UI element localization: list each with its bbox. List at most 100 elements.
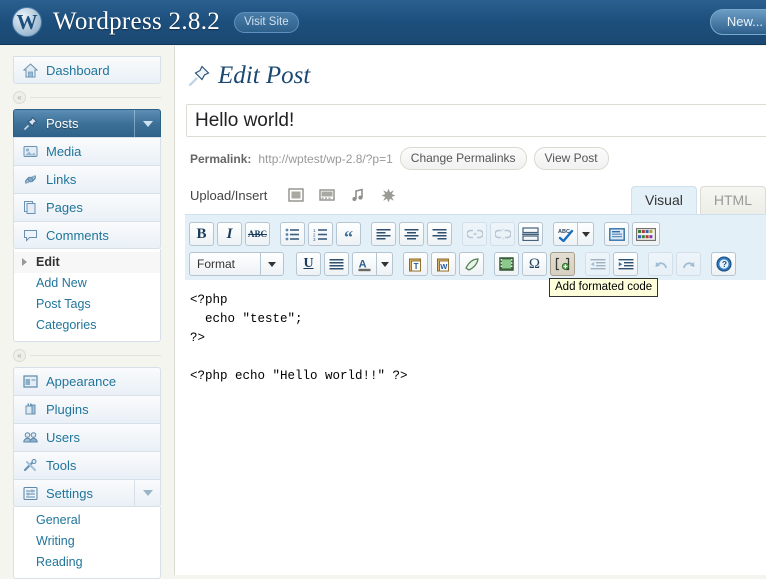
wordpress-logo-icon[interactable]: W bbox=[12, 7, 42, 37]
blockquote-icon[interactable]: “ bbox=[336, 222, 361, 246]
sidebar-group-dashboard: Dashboard bbox=[13, 56, 161, 84]
add-formated-code-icon[interactable] bbox=[550, 252, 575, 276]
ordered-list-icon[interactable]: 1 2 3 bbox=[308, 222, 333, 246]
format-select-label: Format bbox=[190, 257, 260, 271]
sidebar-item-comments[interactable]: Comments bbox=[13, 221, 161, 249]
permalink-label: Permalink: bbox=[190, 152, 251, 166]
sidebar-item-links[interactable]: Links bbox=[13, 165, 161, 193]
svg-text:3: 3 bbox=[313, 237, 316, 241]
svg-text:T: T bbox=[414, 262, 419, 271]
settings-icon bbox=[21, 484, 39, 502]
unordered-list-icon[interactable] bbox=[280, 222, 305, 246]
sidebar-item-users[interactable]: Users bbox=[13, 423, 161, 451]
appearance-icon bbox=[21, 373, 39, 391]
page-heading: Edit Post bbox=[186, 60, 766, 92]
sidebar-submenu-settings: General Writing Reading bbox=[13, 507, 161, 579]
comment-icon bbox=[21, 226, 39, 244]
sidebar-item-posts[interactable]: Posts bbox=[13, 109, 161, 137]
sidebar-item-label: Links bbox=[46, 173, 76, 186]
tab-visual[interactable]: Visual bbox=[631, 186, 697, 214]
insert-media-icon[interactable] bbox=[494, 252, 519, 276]
sidebar-group-content: Posts Media Links bbox=[13, 109, 161, 249]
sidebar-item-appearance[interactable]: Appearance bbox=[13, 367, 161, 395]
sidebar-item-label: Dashboard bbox=[46, 64, 110, 77]
redo-icon[interactable] bbox=[676, 252, 701, 276]
add-audio-icon[interactable] bbox=[347, 186, 368, 204]
indent-icon[interactable] bbox=[613, 252, 638, 276]
format-select[interactable]: Format bbox=[189, 252, 284, 276]
insert-more-tag-icon[interactable] bbox=[518, 222, 543, 246]
outdent-icon[interactable] bbox=[585, 252, 610, 276]
italic-icon[interactable]: I bbox=[217, 222, 242, 246]
special-character-icon[interactable]: Ω bbox=[522, 252, 547, 276]
strikethrough-icon[interactable]: ABC bbox=[245, 222, 270, 246]
text-color-dropdown-icon[interactable] bbox=[377, 252, 393, 276]
sidebar-group-admin: Appearance Plugins bbox=[13, 367, 161, 507]
sidebar-item-label: Comments bbox=[46, 229, 109, 242]
unlink-icon[interactable] bbox=[490, 222, 515, 246]
sidebar-item-media[interactable]: Media bbox=[13, 137, 161, 165]
add-video-icon[interactable] bbox=[316, 186, 337, 204]
tab-html[interactable]: HTML bbox=[700, 186, 766, 214]
sidebar-subitem-writing[interactable]: Writing bbox=[14, 531, 160, 552]
insert-link-icon[interactable] bbox=[462, 222, 487, 246]
kitchen-sink-icon[interactable] bbox=[632, 222, 660, 246]
new-button[interactable]: New... bbox=[710, 9, 766, 35]
site-title: Wordpress 2.8.2 bbox=[53, 8, 220, 36]
users-icon bbox=[21, 429, 39, 447]
paste-as-text-icon[interactable]: T bbox=[403, 252, 428, 276]
view-post-button[interactable]: View Post bbox=[534, 147, 609, 170]
sidebar-item-dashboard[interactable]: Dashboard bbox=[13, 56, 161, 84]
align-right-icon[interactable] bbox=[427, 222, 452, 246]
admin-sidebar: Dashboard « Posts bbox=[0, 46, 173, 575]
spellcheck-dropdown-icon[interactable] bbox=[578, 222, 594, 246]
help-icon[interactable]: ? bbox=[711, 252, 736, 276]
sidebar-subitem-add-new[interactable]: Add New bbox=[14, 273, 160, 294]
pin-icon bbox=[21, 115, 39, 133]
post-title-input[interactable] bbox=[186, 104, 766, 137]
pin-icon bbox=[186, 63, 212, 89]
sidebar-item-label: Plugins bbox=[46, 403, 89, 416]
editor-tabs: Visual HTML bbox=[628, 186, 766, 214]
divider bbox=[30, 355, 161, 356]
plugins-icon bbox=[21, 401, 39, 419]
editor-toolbar: B I ABC 1 2 3 “ bbox=[185, 214, 766, 280]
sidebar-item-label: Users bbox=[46, 431, 80, 444]
align-justify-icon[interactable] bbox=[324, 252, 349, 276]
sidebar-subitem-reading[interactable]: Reading bbox=[14, 552, 160, 573]
sidebar-subitem-edit[interactable]: Edit bbox=[14, 252, 160, 273]
sidebar-item-tools[interactable]: Tools bbox=[13, 451, 161, 479]
change-permalinks-button[interactable]: Change Permalinks bbox=[400, 147, 527, 170]
sidebar-item-pages[interactable]: Pages bbox=[13, 193, 161, 221]
fullscreen-icon[interactable] bbox=[604, 222, 629, 246]
paste-from-word-icon[interactable]: W bbox=[431, 252, 456, 276]
chevron-down-icon[interactable] bbox=[134, 480, 160, 506]
sidebar-subitem-post-tags[interactable]: Post Tags bbox=[14, 294, 160, 315]
sidebar-item-label: Posts bbox=[46, 117, 79, 130]
undo-icon[interactable] bbox=[648, 252, 673, 276]
add-media-icon[interactable] bbox=[378, 186, 399, 204]
align-center-icon[interactable] bbox=[399, 222, 424, 246]
sidebar-subitem-categories[interactable]: Categories bbox=[14, 315, 160, 336]
sidebar-item-settings[interactable]: Settings bbox=[13, 479, 161, 507]
align-left-icon[interactable] bbox=[371, 222, 396, 246]
underline-icon[interactable]: U bbox=[296, 252, 321, 276]
sidebar-item-plugins[interactable]: Plugins bbox=[13, 395, 161, 423]
permalink-row: Permalink: http://wptest/wp-2.8/?p=1 Cha… bbox=[190, 147, 766, 170]
collapse-icon[interactable]: « bbox=[13, 91, 26, 104]
add-image-icon[interactable] bbox=[285, 186, 306, 204]
sidebar-item-label: Settings bbox=[46, 487, 93, 500]
sidebar-subitem-general[interactable]: General bbox=[14, 510, 160, 531]
collapse-icon[interactable]: « bbox=[13, 349, 26, 362]
sidebar-collapse-row-2: « bbox=[13, 346, 161, 364]
page-title: Edit Post bbox=[218, 62, 310, 90]
spellcheck-icon[interactable]: ABC bbox=[553, 222, 578, 246]
tools-icon bbox=[21, 457, 39, 475]
text-color-icon[interactable]: A bbox=[352, 252, 377, 276]
pages-icon bbox=[21, 199, 39, 217]
visit-site-button[interactable]: Visit Site bbox=[234, 12, 299, 33]
remove-formatting-icon[interactable] bbox=[459, 252, 484, 276]
post-content-editor[interactable]: <?php echo "teste"; ?> <?php echo "Hello… bbox=[185, 281, 766, 575]
bold-icon[interactable]: B bbox=[189, 222, 214, 246]
chevron-down-icon[interactable] bbox=[134, 110, 160, 137]
